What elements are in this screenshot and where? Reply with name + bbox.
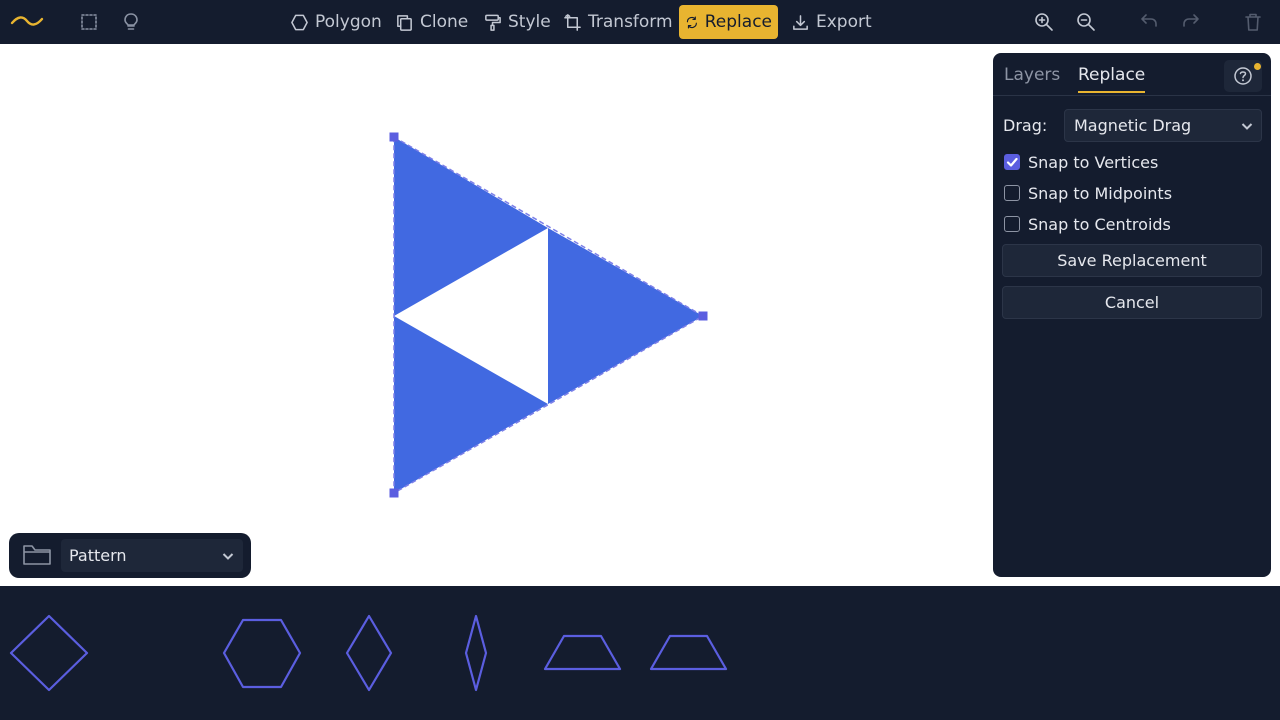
palette-narrow-rhombus[interactable]	[464, 614, 488, 692]
drag-mode-value: Magnetic Drag	[1074, 116, 1192, 135]
palette-trapezoid-1[interactable]	[543, 634, 622, 671]
vertex-handle-top[interactable]	[389, 132, 399, 142]
drag-label: Drag:	[1003, 116, 1048, 135]
palette-square[interactable]	[9, 614, 89, 692]
cancel-button[interactable]: Cancel	[1002, 286, 1262, 319]
tool-transform[interactable]: Transform	[563, 5, 673, 39]
drag-mode-select[interactable]: Magnetic Drag	[1064, 109, 1262, 142]
folder-icon[interactable]	[22, 543, 52, 567]
tool-polygon[interactable]: Polygon	[290, 5, 382, 39]
option-snap-vertices[interactable]: Snap to Vertices	[1004, 152, 1158, 172]
chevron-down-icon	[1241, 123, 1253, 130]
select-icon[interactable]	[78, 11, 100, 33]
notification-dot	[1254, 63, 1261, 70]
tool-export[interactable]: Export	[791, 5, 872, 39]
palette-wide-rhombus[interactable]	[345, 614, 393, 692]
shape-triangle-bottom[interactable]	[394, 316, 548, 493]
snap-centroids-label: Snap to Centroids	[1028, 214, 1171, 234]
tool-style-label: Style	[508, 12, 551, 32]
option-snap-midpoints[interactable]: Snap to Midpoints	[1004, 183, 1172, 203]
undo-icon[interactable]	[1138, 11, 1160, 33]
top-toolbar: Polygon Clone Style Transform Replace Ex…	[0, 0, 1280, 44]
replace-panel: Layers Replace Drag: Magnetic Drag Snap …	[993, 53, 1271, 577]
help-button[interactable]	[1224, 60, 1262, 92]
palette-svg	[9, 614, 728, 692]
snap-centroids-checkbox[interactable]	[1004, 216, 1020, 232]
shape-palette	[0, 586, 1280, 720]
tool-clone-label: Clone	[420, 12, 469, 32]
tool-style[interactable]: Style	[483, 5, 551, 39]
tool-clone[interactable]: Clone	[395, 5, 468, 39]
copy-icon	[397, 14, 412, 31]
lightbulb-icon[interactable]	[120, 11, 142, 33]
save-replacement-button[interactable]: Save Replacement	[1002, 244, 1262, 277]
download-icon	[793, 14, 808, 30]
palette-hexagon[interactable]	[222, 618, 302, 689]
tool-polygon-label: Polygon	[315, 12, 382, 32]
vertex-handle-right[interactable]	[698, 311, 708, 321]
shape-triangle-top[interactable]	[394, 137, 548, 316]
snap-midpoints-checkbox[interactable]	[1004, 185, 1020, 201]
snap-vertices-label: Snap to Vertices	[1028, 152, 1159, 172]
panel-divider	[993, 95, 1271, 96]
check-icon	[1006, 157, 1018, 167]
paint-roller-icon	[485, 14, 501, 31]
option-snap-centroids[interactable]: Snap to Centroids	[1004, 214, 1171, 234]
snap-vertices-checkbox[interactable]	[1004, 154, 1020, 170]
zoom-out-icon[interactable]	[1075, 11, 1097, 33]
palette-trapezoid-2[interactable]	[649, 634, 728, 671]
chevron-down-icon	[222, 553, 234, 560]
redo-icon[interactable]	[1180, 11, 1202, 33]
tool-export-label: Export	[816, 12, 872, 32]
shape-triangle-right[interactable]	[548, 228, 703, 404]
logo-icon[interactable]	[10, 10, 44, 32]
tool-replace-label: Replace	[704, 12, 772, 32]
tool-replace[interactable]: Replace	[679, 5, 778, 39]
tab-replace[interactable]: Replace	[1078, 65, 1146, 93]
trash-icon[interactable]	[1242, 11, 1264, 33]
snap-midpoints-label: Snap to Midpoints	[1028, 183, 1173, 203]
pattern-value: Pattern	[69, 546, 127, 565]
replace-icon	[686, 15, 697, 29]
transform-icon	[564, 13, 581, 31]
hexagon-icon	[291, 14, 308, 30]
tool-transform-label: Transform	[588, 12, 673, 32]
help-icon	[1234, 67, 1252, 85]
vertex-handle-bottom[interactable]	[389, 488, 399, 498]
tab-layers[interactable]: Layers	[1004, 65, 1060, 91]
pattern-dropdown[interactable]: Pattern	[61, 539, 243, 572]
pattern-selector: Pattern	[9, 533, 251, 578]
zoom-in-icon[interactable]	[1033, 11, 1055, 33]
